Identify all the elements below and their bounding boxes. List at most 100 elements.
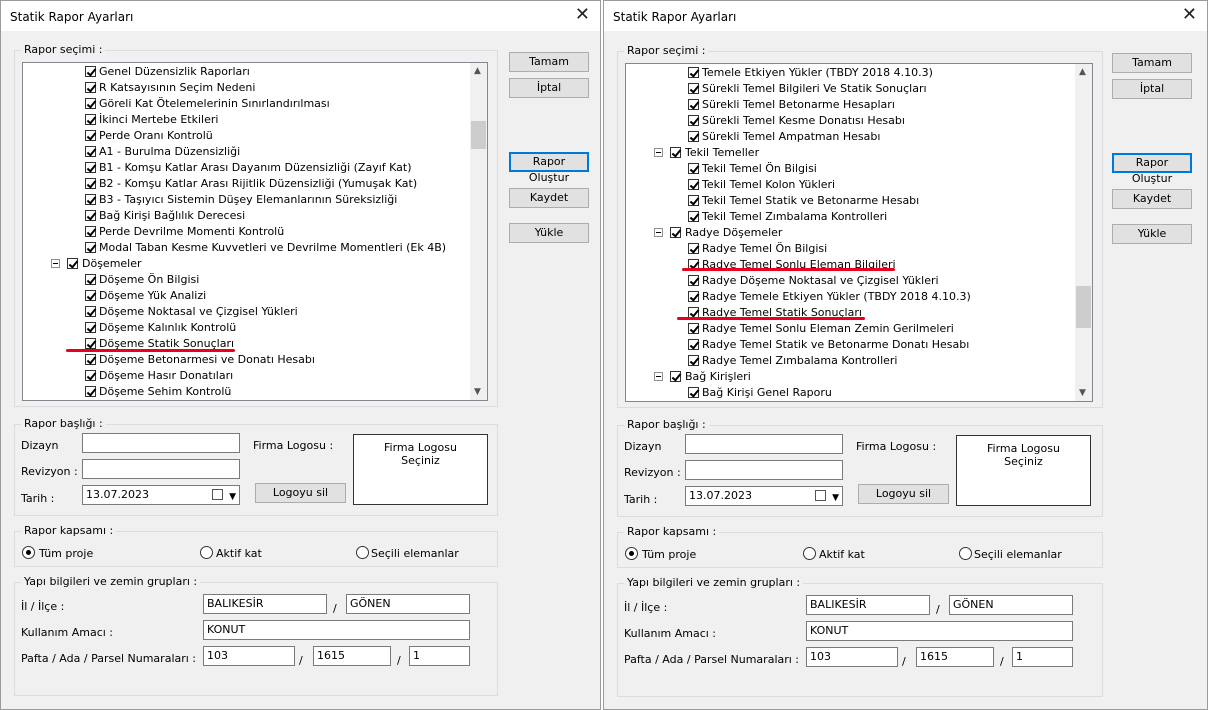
calendar-icon[interactable]: [815, 490, 826, 501]
revision-input[interactable]: [82, 459, 240, 479]
scope-selected-radio[interactable]: [356, 546, 369, 559]
ok-button[interactable]: Tamam: [1112, 53, 1192, 73]
parcel-input[interactable]: 1: [1012, 647, 1073, 667]
load-button[interactable]: Yükle: [509, 223, 589, 243]
checkbox[interactable]: [85, 274, 96, 285]
chevron-down-icon[interactable]: ▼: [229, 488, 236, 506]
report-tree[interactable]: ▲ ▼ Temele Etkiyen Yükler (TBDY 2018 4.1…: [625, 63, 1093, 402]
scroll-thumb[interactable]: [1076, 286, 1091, 328]
checkbox[interactable]: [688, 195, 699, 206]
scroll-down-icon[interactable]: ▼: [1079, 388, 1086, 398]
checkbox[interactable]: [688, 243, 699, 254]
scope-all-label[interactable]: Tüm proje: [642, 548, 696, 561]
checkbox[interactable]: [85, 146, 96, 157]
checkbox[interactable]: [67, 258, 78, 269]
checkbox[interactable]: [85, 130, 96, 141]
checkbox[interactable]: [85, 290, 96, 301]
date-picker[interactable]: 13.07.2023 ▼: [82, 485, 240, 505]
checkbox[interactable]: [85, 210, 96, 221]
checkbox[interactable]: [688, 275, 699, 286]
ok-button[interactable]: Tamam: [509, 52, 589, 72]
chevron-down-icon[interactable]: ▼: [832, 489, 839, 507]
checkbox[interactable]: [85, 162, 96, 173]
scope-all-radio[interactable]: [22, 546, 35, 559]
checkbox[interactable]: [85, 66, 96, 77]
firm-logo-box[interactable]: Firma Logosu Seçiniz: [353, 434, 488, 505]
delete-logo-button[interactable]: Logoyu sil: [858, 484, 949, 504]
scope-selected-label[interactable]: Seçili elemanlar: [371, 547, 459, 560]
checkbox[interactable]: [670, 227, 681, 238]
checkbox[interactable]: [688, 83, 699, 94]
sheet-input[interactable]: 103: [203, 646, 295, 666]
checkbox[interactable]: [85, 178, 96, 189]
checkbox[interactable]: [688, 67, 699, 78]
calendar-icon[interactable]: [212, 489, 223, 500]
province-input[interactable]: BALIKESİR: [806, 595, 930, 615]
checkbox[interactable]: [688, 99, 699, 110]
scope-selected-label[interactable]: Seçili elemanlar: [974, 548, 1062, 561]
checkbox[interactable]: [85, 354, 96, 365]
scope-active-label[interactable]: Aktif kat: [216, 547, 262, 560]
scroll-thumb[interactable]: [471, 121, 486, 149]
checkbox[interactable]: [688, 163, 699, 174]
checkbox[interactable]: [85, 306, 96, 317]
close-icon[interactable]: ✕: [575, 6, 590, 24]
firm-logo-box[interactable]: Firma Logosu Seçiniz: [956, 435, 1091, 506]
checkbox[interactable]: [85, 98, 96, 109]
checkbox[interactable]: [688, 291, 699, 302]
checkbox[interactable]: [670, 147, 681, 158]
create-report-button[interactable]: Rapor Oluştur: [509, 152, 589, 184]
cancel-button[interactable]: İptal: [509, 78, 589, 98]
checkbox[interactable]: [85, 370, 96, 381]
design-input[interactable]: [82, 433, 240, 453]
checkbox[interactable]: [85, 322, 96, 333]
scope-active-label[interactable]: Aktif kat: [819, 548, 865, 561]
checkbox[interactable]: [688, 211, 699, 222]
checkbox[interactable]: [85, 194, 96, 205]
usage-input[interactable]: KONUT: [203, 620, 470, 640]
scope-selected-radio[interactable]: [959, 547, 972, 560]
create-report-button[interactable]: Rapor Oluştur: [1112, 153, 1192, 185]
cancel-button[interactable]: İptal: [1112, 79, 1192, 99]
collapse-icon[interactable]: [654, 228, 663, 237]
save-button[interactable]: Kaydet: [509, 188, 589, 208]
checkbox[interactable]: [688, 323, 699, 334]
checkbox[interactable]: [688, 355, 699, 366]
scope-active-radio[interactable]: [200, 546, 213, 559]
checkbox[interactable]: [670, 371, 681, 382]
tree-scrollbar[interactable]: ▲ ▼: [470, 63, 487, 400]
parcel-input[interactable]: 1: [409, 646, 470, 666]
save-button[interactable]: Kaydet: [1112, 189, 1192, 209]
scope-all-label[interactable]: Tüm proje: [39, 547, 93, 560]
block-input[interactable]: 1615: [916, 647, 994, 667]
checkbox[interactable]: [85, 226, 96, 237]
usage-input[interactable]: KONUT: [806, 621, 1073, 641]
checkbox[interactable]: [85, 338, 96, 349]
checkbox[interactable]: [688, 339, 699, 350]
checkbox[interactable]: [688, 179, 699, 190]
checkbox[interactable]: [85, 114, 96, 125]
load-button[interactable]: Yükle: [1112, 224, 1192, 244]
district-input[interactable]: GÖNEN: [346, 594, 470, 614]
checkbox[interactable]: [688, 115, 699, 126]
date-picker[interactable]: 13.07.2023 ▼: [685, 486, 843, 506]
close-icon[interactable]: ✕: [1182, 6, 1197, 24]
scroll-up-icon[interactable]: ▲: [474, 66, 481, 76]
collapse-icon[interactable]: [654, 148, 663, 157]
checkbox[interactable]: [85, 386, 96, 397]
checkbox[interactable]: [688, 131, 699, 142]
collapse-icon[interactable]: [51, 259, 60, 268]
collapse-icon[interactable]: [654, 372, 663, 381]
design-input[interactable]: [685, 434, 843, 454]
delete-logo-button[interactable]: Logoyu sil: [255, 483, 346, 503]
tree-scrollbar[interactable]: ▲ ▼: [1075, 64, 1092, 401]
sheet-input[interactable]: 103: [806, 647, 898, 667]
scope-all-radio[interactable]: [625, 547, 638, 560]
revision-input[interactable]: [685, 460, 843, 480]
scroll-up-icon[interactable]: ▲: [1079, 67, 1086, 77]
district-input[interactable]: GÖNEN: [949, 595, 1073, 615]
block-input[interactable]: 1615: [313, 646, 391, 666]
scope-active-radio[interactable]: [803, 547, 816, 560]
scroll-down-icon[interactable]: ▼: [474, 387, 481, 397]
checkbox[interactable]: [688, 387, 699, 398]
